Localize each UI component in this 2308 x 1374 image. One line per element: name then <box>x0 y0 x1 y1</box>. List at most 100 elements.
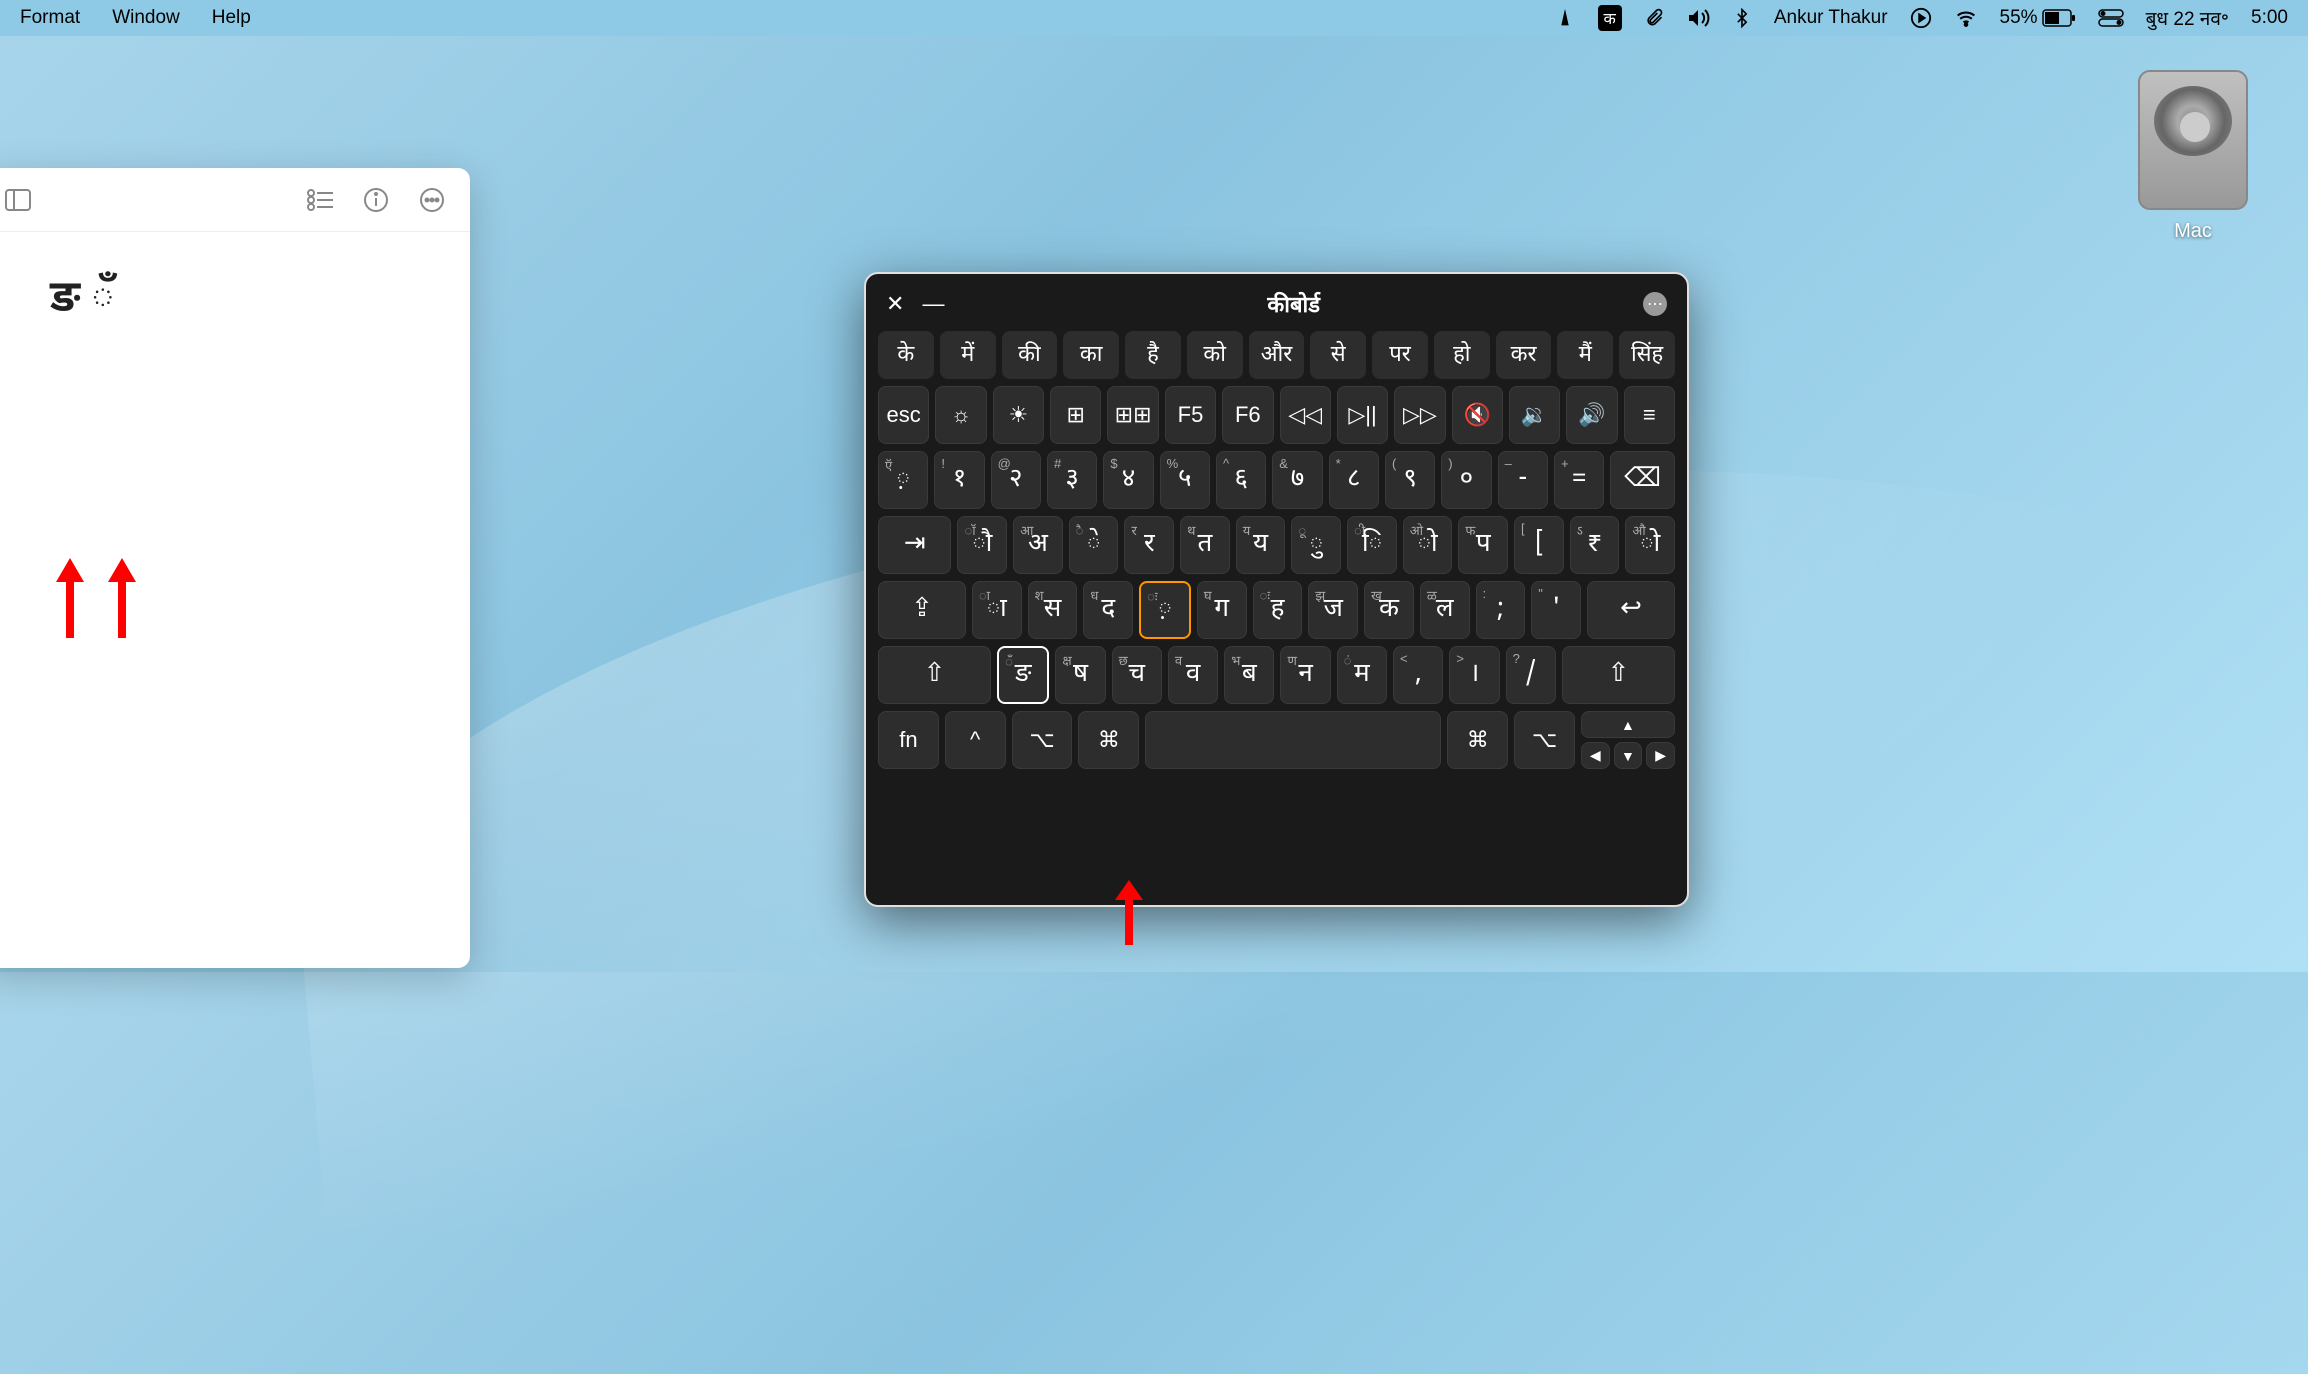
key-forward[interactable]: ▷▷ <box>1394 386 1445 444</box>
suggestion-10[interactable]: कर <box>1496 331 1552 379</box>
bluetooth-icon[interactable] <box>1732 6 1752 30</box>
suggestion-11[interactable]: मैं <box>1557 331 1613 379</box>
key-f5[interactable]: F5 <box>1165 386 1216 444</box>
key-brightness-down[interactable]: ☼ <box>935 386 986 444</box>
toggle-icon[interactable] <box>2098 9 2124 27</box>
key-num-3[interactable]: #३ <box>1047 451 1097 509</box>
sidebar-toggle-icon[interactable] <box>4 186 32 214</box>
key-launchpad[interactable]: ⊞⊞ <box>1107 386 1158 444</box>
key-z-10[interactable]: ?/ <box>1506 646 1556 704</box>
key-a-5[interactable]: घग <box>1197 581 1247 639</box>
key-command-right[interactable]: ⌘ <box>1447 711 1508 769</box>
key-q-8[interactable]: ीि <box>1347 516 1397 574</box>
key-z-0[interactable]: ⇧ <box>878 646 991 704</box>
key-num-2[interactable]: @२ <box>991 451 1041 509</box>
keyboard-options-icon[interactable]: ⋯ <box>1643 292 1667 316</box>
key-num-13[interactable]: ⌫ <box>1610 451 1675 509</box>
vlc-icon[interactable] <box>1554 7 1576 29</box>
key-q-11[interactable]: [[ <box>1514 516 1564 574</box>
paperclip-icon[interactable] <box>1644 8 1664 28</box>
suggestion-3[interactable]: का <box>1063 331 1119 379</box>
key-a-0[interactable]: ⇪ <box>878 581 966 639</box>
key-fn[interactable]: fn <box>878 711 939 769</box>
key-arrow-left[interactable]: ◀ <box>1581 742 1610 769</box>
key-volume-up[interactable]: 🔊 <box>1566 386 1617 444</box>
battery-indicator[interactable]: 55% <box>2000 7 2076 29</box>
key-a-7[interactable]: झज <box>1308 581 1358 639</box>
key-a-2[interactable]: शस <box>1028 581 1078 639</box>
menu-help[interactable]: Help <box>212 7 251 29</box>
key-num-12[interactable]: += <box>1554 451 1604 509</box>
key-a-9[interactable]: ळल <box>1420 581 1470 639</box>
suggestion-8[interactable]: पर <box>1372 331 1428 379</box>
wifi-icon[interactable] <box>1954 8 1978 28</box>
key-space[interactable] <box>1145 711 1441 769</box>
suggestion-2[interactable]: की <box>1002 331 1058 379</box>
key-mission-control[interactable]: ⊞ <box>1050 386 1101 444</box>
menu-window[interactable]: Window <box>112 7 180 29</box>
date-label[interactable]: बुध 22 नव॰ <box>2146 5 2229 31</box>
input-source-indicator[interactable]: क <box>1598 5 1622 31</box>
user-name[interactable]: Ankur Thakur <box>1774 7 1888 29</box>
key-command-left[interactable]: ⌘ <box>1078 711 1139 769</box>
key-num-1[interactable]: !१ <box>934 451 984 509</box>
key-q-13[interactable]: औो <box>1625 516 1675 574</box>
time-label[interactable]: 5:00 <box>2251 7 2288 29</box>
menu-format[interactable]: Format <box>20 7 80 29</box>
key-q-4[interactable]: रर <box>1124 516 1174 574</box>
suggestion-4[interactable]: है <box>1125 331 1181 379</box>
key-arrow-down[interactable]: ▼ <box>1614 742 1643 769</box>
key-num-9[interactable]: (९ <box>1385 451 1435 509</box>
key-z-7[interactable]: ंम <box>1337 646 1387 704</box>
suggestion-9[interactable]: हो <box>1434 331 1490 379</box>
key-volume-down[interactable]: 🔉 <box>1509 386 1560 444</box>
key-num-4[interactable]: $४ <box>1103 451 1153 509</box>
key-num-6[interactable]: ^६ <box>1216 451 1266 509</box>
minimize-icon[interactable]: — <box>922 291 944 317</box>
key-arrow-up[interactable]: ▲ <box>1581 711 1675 738</box>
key-control[interactable]: ^ <box>945 711 1006 769</box>
key-num-8[interactable]: *८ <box>1329 451 1379 509</box>
key-num-10[interactable]: )० <box>1441 451 1491 509</box>
key-option-right[interactable]: ⌥ <box>1514 711 1575 769</box>
suggestion-12[interactable]: सिंह <box>1619 331 1675 379</box>
key-z-2[interactable]: क्षष <box>1055 646 1105 704</box>
key-z-1[interactable]: ँङ <box>997 646 1049 704</box>
notes-content[interactable]: ङ ँ <box>0 232 470 369</box>
key-z-8[interactable]: <, <box>1393 646 1443 704</box>
key-q-5[interactable]: थत <box>1180 516 1230 574</box>
key-q-6[interactable]: यय <box>1236 516 1286 574</box>
key-z-6[interactable]: णन <box>1280 646 1330 704</box>
key-q-1[interactable]: ॉौ <box>957 516 1007 574</box>
suggestion-1[interactable]: में <box>940 331 996 379</box>
key-a-8[interactable]: खक <box>1364 581 1414 639</box>
key-q-0[interactable]: ⇥ <box>878 516 951 574</box>
key-list[interactable]: ≡ <box>1624 386 1675 444</box>
key-num-0[interactable]: ऍ़ <box>878 451 928 509</box>
key-a-6[interactable]: ःह <box>1253 581 1303 639</box>
desktop-drive[interactable]: Mac <box>2133 70 2253 243</box>
key-z-3[interactable]: छच <box>1112 646 1162 704</box>
key-z-11[interactable]: ⇧ <box>1562 646 1675 704</box>
key-brightness-up[interactable]: ☀ <box>993 386 1044 444</box>
key-a-4[interactable]: ः़ <box>1139 581 1191 639</box>
key-q-9[interactable]: ओो <box>1403 516 1453 574</box>
key-rewind[interactable]: ◁◁ <box>1280 386 1331 444</box>
key-num-5[interactable]: %५ <box>1160 451 1210 509</box>
key-q-10[interactable]: फप <box>1458 516 1508 574</box>
key-a-11[interactable]: "' <box>1531 581 1581 639</box>
key-mute[interactable]: 🔇 <box>1452 386 1503 444</box>
key-a-1[interactable]: ाा <box>972 581 1022 639</box>
key-z-5[interactable]: भब <box>1224 646 1274 704</box>
key-num-11[interactable]: –- <box>1498 451 1548 509</box>
key-q-7[interactable]: ूु <box>1291 516 1341 574</box>
key-arrow-right[interactable]: ▶ <box>1646 742 1675 769</box>
key-q-3[interactable]: ैे <box>1069 516 1119 574</box>
key-a-3[interactable]: धद <box>1083 581 1133 639</box>
key-num-7[interactable]: &७ <box>1272 451 1322 509</box>
more-icon[interactable] <box>418 186 446 214</box>
suggestion-7[interactable]: से <box>1310 331 1366 379</box>
key-z-4[interactable]: वव <box>1168 646 1218 704</box>
info-icon[interactable] <box>362 186 390 214</box>
key-q-12[interactable]: ऽ₹ <box>1570 516 1620 574</box>
